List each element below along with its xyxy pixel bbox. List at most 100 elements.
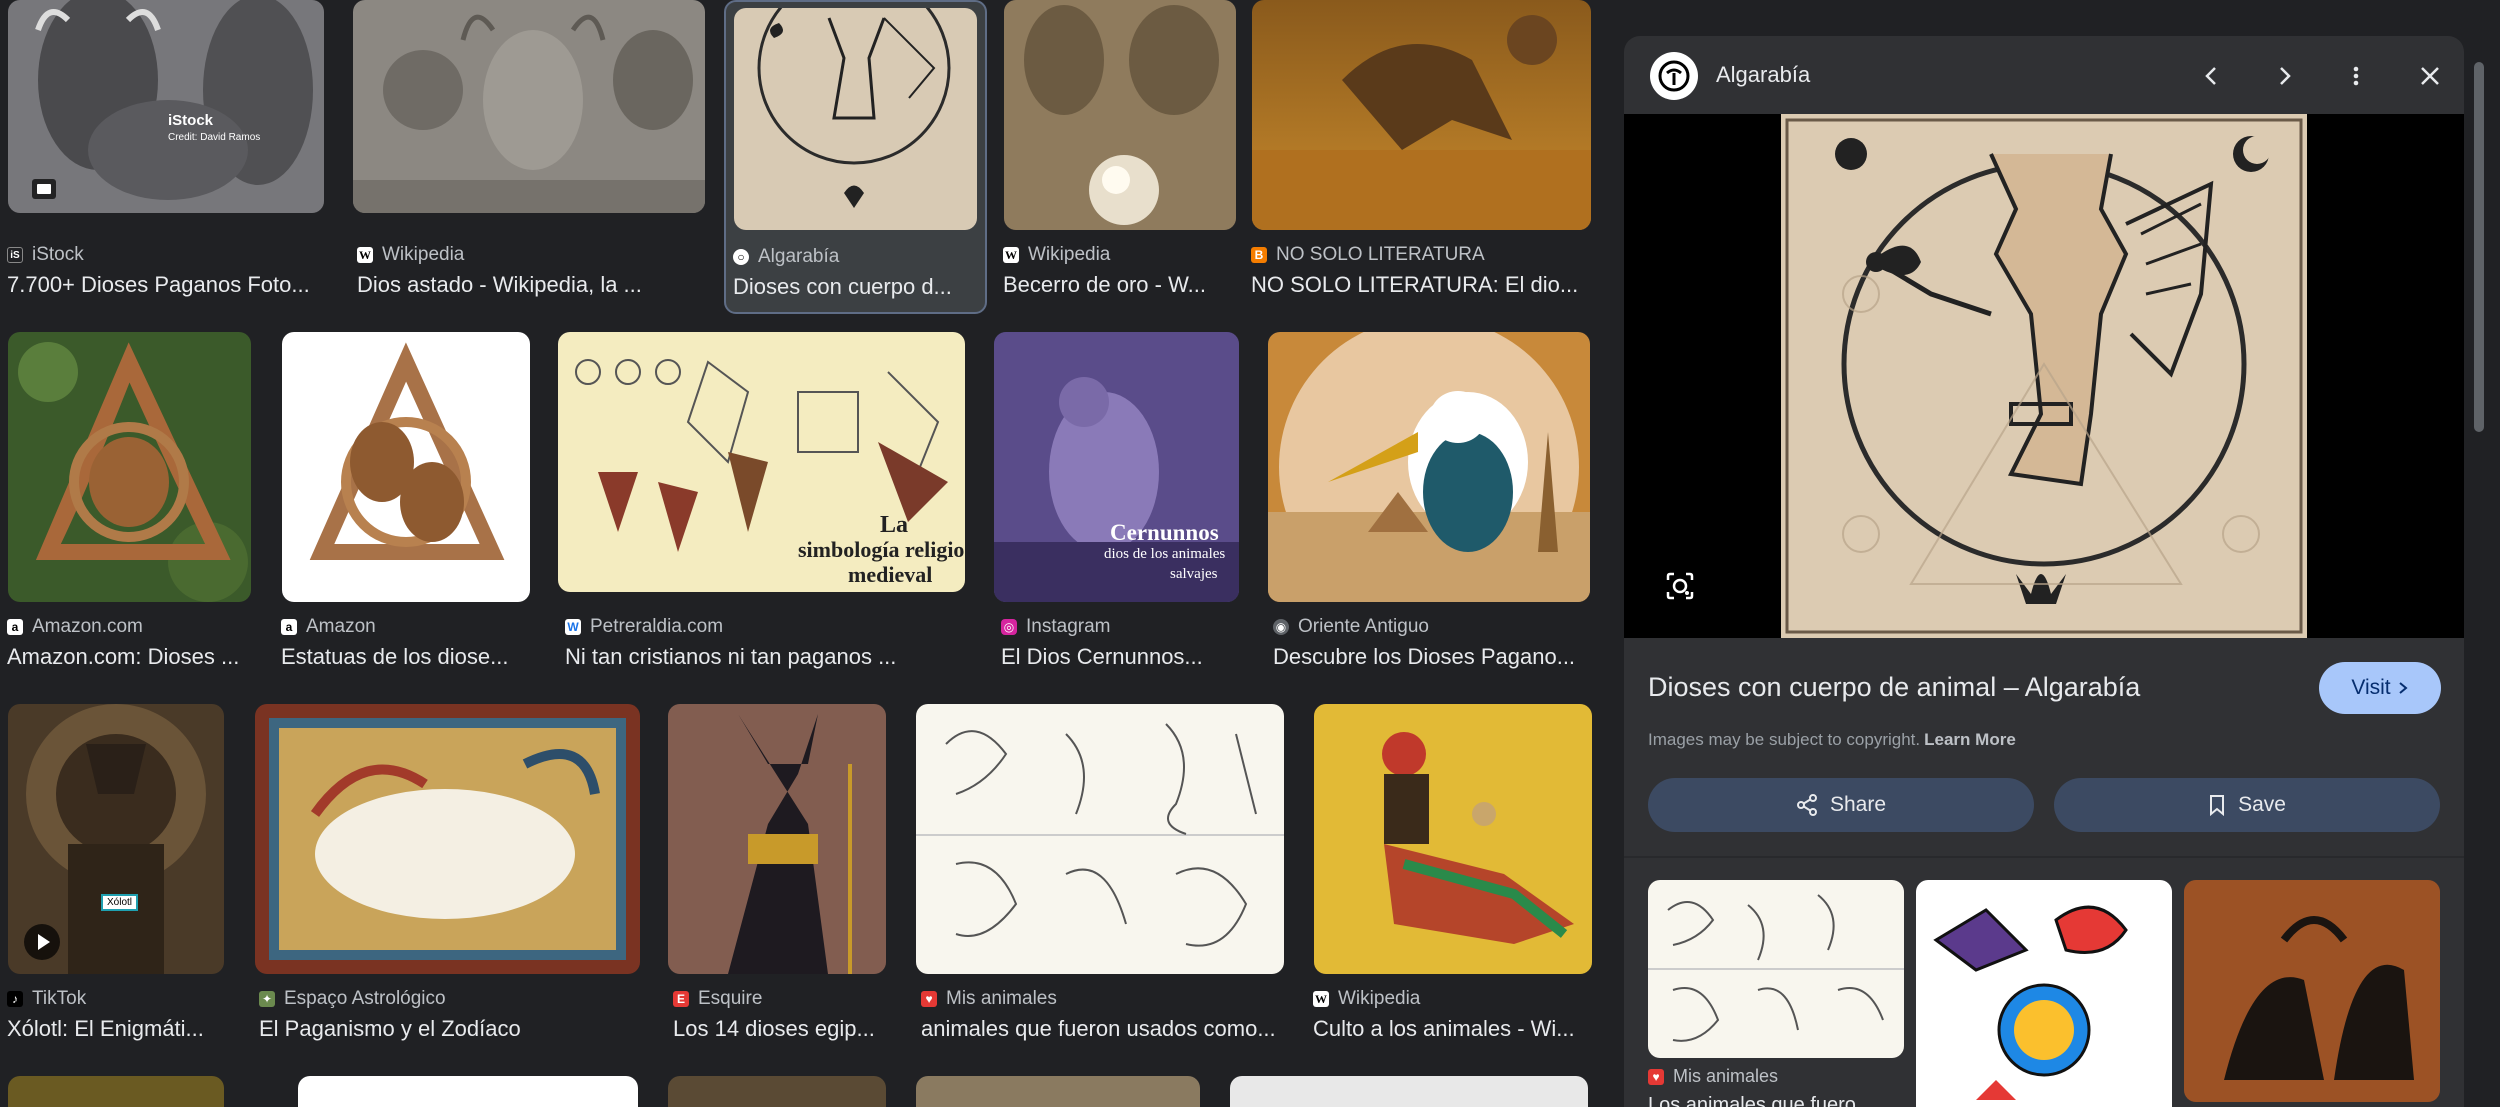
- result-source: E Esquire: [673, 988, 762, 1010]
- result-card-tiktok[interactable]: Xólotl ♪ TikTok Xólotl: El Enigmáti...: [0, 704, 240, 1052]
- result-thumbnail[interactable]: [668, 704, 886, 974]
- result-source: ♪ TikTok: [7, 988, 86, 1010]
- result-thumbnail[interactable]: [255, 704, 640, 974]
- share-button[interactable]: Share: [1648, 778, 2034, 832]
- overlay-title: medieval: [848, 562, 933, 587]
- result-card-wikipedia-becerro[interactable]: W Wikipedia Becerro de oro - W...: [996, 0, 1236, 310]
- related-image-2[interactable]: [1916, 880, 2172, 1107]
- result-thumbnail[interactable]: [1004, 0, 1236, 230]
- result-title[interactable]: 7.700+ Dioses Paganos Foto...: [7, 272, 323, 298]
- bookmark-icon: [2210, 795, 2225, 816]
- result-title[interactable]: NO SOLO LITERATURA: El dio...: [1251, 272, 1590, 298]
- related-image-1[interactable]: [1648, 880, 1904, 1058]
- panel-site-name[interactable]: Algarabía: [1716, 62, 1810, 88]
- google-images-page: iStock Credit: David Ramos iS iStock 7.70…: [0, 0, 2500, 1107]
- related-title[interactable]: Los animales que fuero...: [1648, 1094, 1873, 1107]
- overlay-title: Cernunnos: [1110, 520, 1219, 545]
- chevron-right-icon: [2280, 67, 2291, 85]
- result-card-row4-3[interactable]: [668, 1076, 886, 1107]
- result-card-espaco-astrologico[interactable]: ✦ Espaço Astrológico El Paganismo y el Zo…: [252, 704, 652, 1052]
- image-preview-panel: Algarabía Dioses con cuerpo de animal – …: [1624, 36, 2464, 1107]
- result-card-mis-animales[interactable]: ♥ Mis animales animales que fueron usados…: [914, 704, 1292, 1052]
- overlay-subtitle: dios de los animales: [1104, 546, 1226, 562]
- result-source: W Wikipedia: [357, 244, 465, 265]
- result-title[interactable]: Becerro de oro - W...: [1003, 272, 1228, 298]
- result-title[interactable]: Xólotl: El Enigmáti...: [7, 1016, 217, 1042]
- result-thumbnail[interactable]: iStock Credit: David Ramos: [8, 0, 324, 213]
- result-title[interactable]: Dioses con cuerpo d...: [733, 274, 973, 300]
- image-results-grid: iStock Credit: David Ramos iS iStock 7.70…: [0, 0, 1600, 1107]
- overlay-title: La: [880, 512, 909, 538]
- result-source: B NO SOLO LITERATURA: [1251, 244, 1485, 266]
- result-card-esquire[interactable]: E Esquire Los 14 dioses egip...: [666, 704, 896, 1052]
- algarabia-logo-icon: [1658, 60, 1690, 92]
- google-lens-icon[interactable]: [1664, 570, 1696, 602]
- result-card-oriente-antiguo[interactable]: ◉ Oriente Antiguo Descubre los Dioses Pag…: [1266, 332, 1600, 680]
- play-icon: [24, 924, 60, 960]
- result-source: ◎ Instagram: [1001, 616, 1110, 638]
- result-card-amazon-com[interactable]: a Amazon.com Amazon.com: Dioses ...: [0, 332, 260, 680]
- preview-title[interactable]: Dioses con cuerpo de animal – Algarabía: [1648, 672, 2140, 703]
- site-logo[interactable]: [1650, 52, 1698, 100]
- result-thumbnail[interactable]: [1268, 332, 1590, 602]
- result-card-wikipedia-dios-astado[interactable]: W Wikipedia Dios astado - Wikipedia, la .…: [350, 0, 712, 310]
- copyright-notice: Images may be subject to copyright. Learn…: [1648, 730, 2016, 749]
- result-card-no-solo-literatura[interactable]: B NO SOLO LITERATURA NO SOLO LITERATURA: …: [1244, 0, 1596, 310]
- result-title[interactable]: Dios astado - Wikipedia, la ...: [357, 272, 697, 298]
- result-source: a Amazon.com: [7, 616, 143, 638]
- result-card-instagram[interactable]: Cernunnos dios de los animales salvajes …: [994, 332, 1252, 680]
- result-thumbnail[interactable]: [282, 332, 530, 602]
- wikipedia-icon: W: [1313, 991, 1329, 1007]
- result-card-row4-5[interactable]: [1230, 1076, 1588, 1107]
- result-source: ○ Algarabía: [733, 246, 839, 268]
- result-card-row4-4[interactable]: [916, 1076, 1200, 1107]
- algarabia-icon: ○: [733, 249, 749, 265]
- close-button[interactable]: [2408, 54, 2452, 98]
- result-title[interactable]: El Dios Cernunnos...: [1001, 644, 1241, 670]
- result-title[interactable]: animales que fueron usados como...: [921, 1016, 1283, 1042]
- result-thumbnail[interactable]: La simbología religiosa medieval: [558, 332, 965, 592]
- result-card-istock[interactable]: iStock Credit: David Ramos iS iStock 7.70…: [0, 0, 332, 310]
- overlay-subtitle: salvajes: [1170, 566, 1218, 582]
- result-card-row4-2[interactable]: [298, 1076, 638, 1107]
- result-thumbnail[interactable]: [916, 704, 1284, 974]
- result-thumbnail[interactable]: [734, 8, 977, 230]
- result-thumbnail[interactable]: Cernunnos dios de los animales salvajes: [994, 332, 1239, 602]
- related-source: ♥ Mis animales: [1648, 1066, 1778, 1087]
- tiktok-icon: ♪: [7, 991, 23, 1007]
- preview-image-area[interactable]: [1624, 114, 2464, 638]
- result-title[interactable]: Culto a los animales - Wi...: [1313, 1016, 1591, 1042]
- result-thumbnail[interactable]: [8, 332, 251, 602]
- result-title[interactable]: El Paganismo y el Zodíaco: [259, 1016, 639, 1042]
- result-card-row4-1[interactable]: [8, 1076, 224, 1107]
- result-thumbnail[interactable]: [353, 0, 705, 213]
- result-thumbnail[interactable]: [1252, 0, 1591, 230]
- preview-image[interactable]: [1781, 114, 2307, 638]
- result-source: ◉ Oriente Antiguo: [1273, 616, 1429, 638]
- result-title[interactable]: Los 14 dioses egip...: [673, 1016, 885, 1042]
- more-options-button[interactable]: [2334, 54, 2378, 98]
- result-title[interactable]: Ni tan cristianos ni tan paganos ...: [565, 644, 965, 670]
- result-thumbnail[interactable]: Xólotl: [8, 704, 224, 974]
- learn-more-link[interactable]: Learn More: [1924, 730, 2016, 749]
- scrollbar-thumb[interactable]: [2474, 62, 2484, 432]
- panel-divider: [1624, 856, 2464, 858]
- previous-button[interactable]: [2190, 54, 2234, 98]
- result-card-petreraldia[interactable]: La simbología religiosa medieval WPetrer…: [558, 332, 978, 680]
- result-card-wikipedia-culto[interactable]: W Wikipedia Culto a los animales - Wi...: [1306, 704, 1600, 1052]
- wikipedia-icon: W: [1003, 247, 1019, 263]
- visit-button[interactable]: Visit: [2319, 662, 2441, 714]
- result-source: W Wikipedia: [1003, 244, 1111, 265]
- result-card-amazon[interactable]: a Amazon Estatuas de los diose...: [274, 332, 540, 680]
- result-thumbnail[interactable]: [1314, 704, 1592, 974]
- share-icon: [1796, 794, 1817, 816]
- next-button[interactable]: [2262, 54, 2306, 98]
- result-title[interactable]: Estatuas de los diose...: [281, 644, 527, 670]
- result-title[interactable]: Descubre los Dioses Pagano...: [1273, 644, 1595, 670]
- save-button[interactable]: Save: [2054, 778, 2440, 832]
- more-vert-icon: [2353, 66, 2359, 86]
- related-image-3[interactable]: [2184, 880, 2440, 1102]
- result-title[interactable]: Amazon.com: Dioses ...: [7, 644, 247, 670]
- result-card-algarabia-selected[interactable]: ○ Algarabía Dioses con cuerpo d...: [724, 0, 987, 314]
- chevron-right-icon: [2399, 682, 2408, 694]
